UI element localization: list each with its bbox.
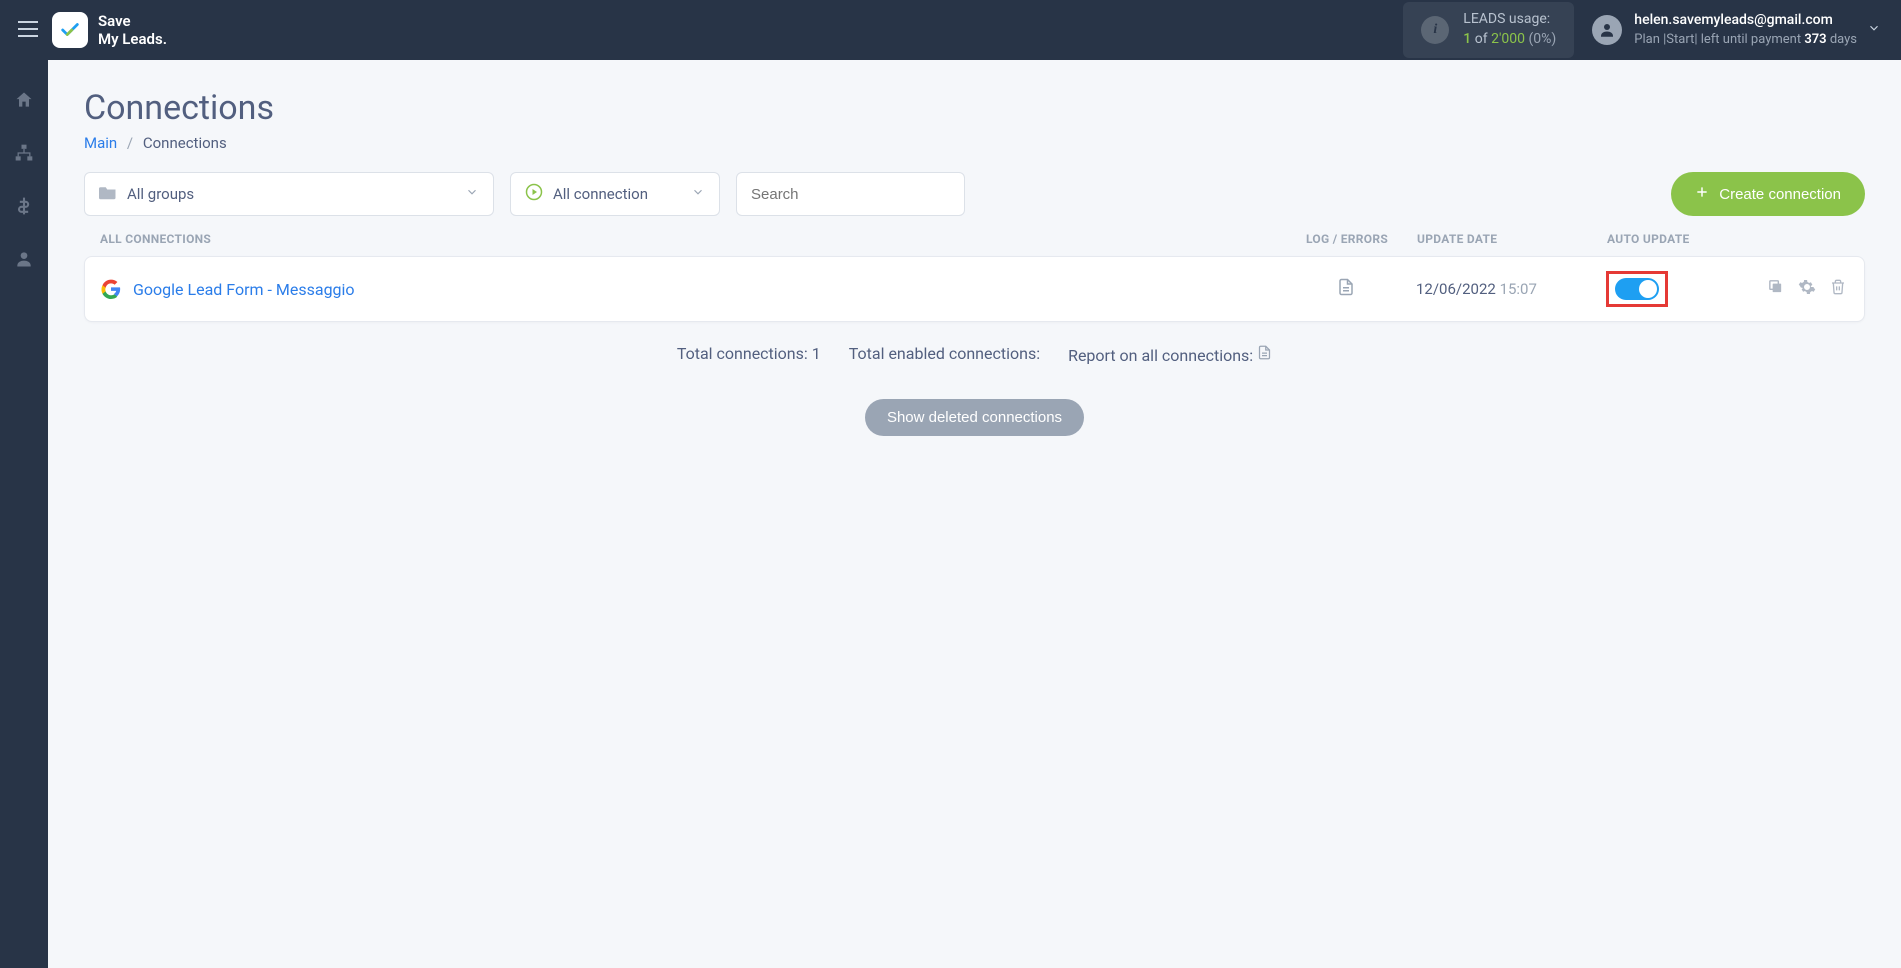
folder-icon bbox=[99, 185, 117, 204]
app-logo[interactable] bbox=[52, 12, 88, 48]
connection-link[interactable]: Google Lead Form - Messaggio bbox=[133, 280, 355, 299]
show-deleted-button[interactable]: Show deleted connections bbox=[865, 399, 1084, 436]
create-label: Create connection bbox=[1719, 186, 1841, 203]
conn-filter-label: All connection bbox=[553, 185, 648, 203]
table-row: Google Lead Form - Messaggio 12/06/2022 … bbox=[84, 256, 1865, 322]
total-connections: Total connections: 1 bbox=[677, 344, 821, 365]
col-auto: AUTO UPDATE bbox=[1607, 232, 1747, 246]
app-name: Save My Leads. bbox=[98, 12, 167, 48]
total-enabled: Total enabled connections: bbox=[849, 344, 1040, 365]
col-log: LOG / ERRORS bbox=[1287, 232, 1407, 246]
avatar-icon bbox=[1592, 15, 1622, 45]
breadcrumb-current: Connections bbox=[143, 134, 227, 152]
col-date: UPDATE DATE bbox=[1407, 232, 1607, 246]
sidebar bbox=[0, 60, 48, 968]
home-icon[interactable] bbox=[14, 90, 34, 115]
google-icon bbox=[101, 279, 121, 299]
create-connection-button[interactable]: Create connection bbox=[1671, 172, 1865, 216]
account-menu[interactable]: helen.savemyleads@gmail.com Plan |Start|… bbox=[1592, 11, 1857, 49]
main-content: Connections Main / Connections All group… bbox=[48, 60, 1901, 968]
usage-text: LEADS usage: 1 of 2'000 (0%) bbox=[1463, 10, 1556, 49]
gear-icon[interactable] bbox=[1798, 278, 1816, 301]
connection-filter-select[interactable]: All connection bbox=[510, 172, 720, 216]
update-date-cell: 12/06/2022 15:07 bbox=[1406, 280, 1606, 298]
auto-update-cell bbox=[1606, 271, 1746, 307]
document-icon[interactable] bbox=[1257, 346, 1272, 365]
search-box[interactable] bbox=[736, 172, 965, 216]
hamburger-icon[interactable] bbox=[10, 18, 46, 43]
log-button[interactable] bbox=[1286, 277, 1406, 302]
billing-icon[interactable] bbox=[14, 196, 34, 221]
chevron-down-icon[interactable] bbox=[1867, 21, 1881, 39]
auto-update-toggle[interactable] bbox=[1615, 278, 1659, 300]
app-header: Save My Leads. i LEADS usage: 1 of 2'000… bbox=[0, 0, 1901, 60]
chevron-down-icon bbox=[465, 185, 479, 203]
report-all: Report on all connections: bbox=[1068, 344, 1272, 365]
col-all-connections: ALL CONNECTIONS bbox=[100, 232, 1287, 246]
trash-icon[interactable] bbox=[1830, 278, 1846, 301]
profile-icon[interactable] bbox=[14, 249, 34, 274]
play-circle-icon bbox=[525, 183, 543, 205]
highlight-box bbox=[1606, 271, 1668, 307]
table-headers: ALL CONNECTIONS LOG / ERRORS UPDATE DATE… bbox=[84, 232, 1865, 256]
connections-icon[interactable] bbox=[14, 143, 34, 168]
info-icon: i bbox=[1421, 16, 1449, 44]
search-input[interactable] bbox=[751, 186, 950, 203]
plus-icon bbox=[1695, 185, 1709, 203]
groups-select[interactable]: All groups bbox=[84, 172, 494, 216]
groups-label: All groups bbox=[127, 185, 194, 203]
filters-row: All groups All connection bbox=[84, 172, 1865, 216]
connection-name-cell: Google Lead Form - Messaggio bbox=[101, 279, 1286, 299]
summary-row: Total connections: 1 Total enabled conne… bbox=[84, 344, 1865, 365]
breadcrumb-sep: / bbox=[127, 134, 133, 152]
breadcrumb-main[interactable]: Main bbox=[84, 134, 117, 152]
page-title: Connections bbox=[84, 88, 1865, 128]
chevron-down-icon bbox=[691, 185, 705, 203]
usage-box[interactable]: i LEADS usage: 1 of 2'000 (0%) bbox=[1403, 2, 1574, 57]
row-actions bbox=[1746, 278, 1856, 301]
account-text: helen.savemyleads@gmail.com Plan |Start|… bbox=[1634, 11, 1857, 49]
breadcrumb: Main / Connections bbox=[84, 134, 1865, 152]
copy-icon[interactable] bbox=[1767, 278, 1784, 301]
